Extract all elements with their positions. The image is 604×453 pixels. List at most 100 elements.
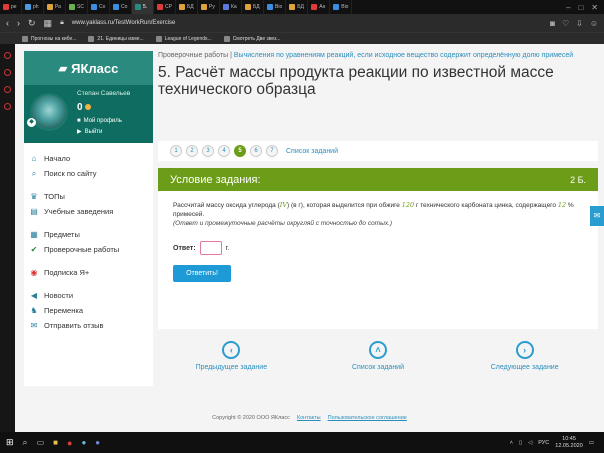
math-120: 120 — [401, 201, 415, 209]
browser-tab[interactable]: БД — [176, 0, 198, 14]
sidebar-item[interactable]: ⌂ Начало — [24, 151, 153, 166]
task-list-label[interactable]: Список заданий — [352, 364, 404, 371]
heart-icon[interactable]: ♡ — [562, 19, 569, 28]
back-icon[interactable]: ‹ — [6, 18, 9, 28]
tray-up-icon[interactable]: ˄ — [510, 440, 513, 446]
url-field[interactable]: www.yaklass.ru/TestWorkRun/Exercise — [72, 20, 176, 26]
settings-icon[interactable] — [4, 103, 11, 110]
task-list-link[interactable]: Список заданий — [286, 148, 338, 155]
sidebar-item[interactable]: ♛ ТОПы — [24, 189, 153, 204]
step-button[interactable]: 2 — [186, 145, 198, 157]
camera-icon[interactable]: ◙ — [550, 19, 555, 28]
step-button[interactable]: 5 — [234, 145, 246, 157]
task-card-title: Условие задания: — [170, 173, 261, 186]
answer-unit: г. — [225, 244, 230, 252]
minimize-icon[interactable]: – — [566, 3, 570, 12]
browser-tab[interactable]: SC — [66, 0, 88, 14]
chevron-left-icon[interactable]: ‹ — [222, 341, 241, 359]
step-button[interactable]: 4 — [218, 145, 230, 157]
clock[interactable]: 10:45 12.05.2020 — [555, 436, 583, 450]
browser-tab[interactable]: СР — [154, 0, 176, 14]
notifications-icon[interactable]: ▭ — [589, 440, 594, 446]
lang-indicator[interactable]: РУС — [538, 440, 549, 446]
reload-icon[interactable]: ↻ — [28, 18, 36, 29]
user-icon[interactable]: ☺ — [590, 19, 598, 28]
footer: Copyright © 2020 ООО ЯКласс Контакты Пол… — [15, 415, 604, 421]
bookmark-item[interactable]: Прогнозы на кибе... — [22, 35, 76, 42]
sidebar-item[interactable]: ✉ Отправить отзыв — [24, 318, 153, 333]
sidebar-item[interactable]: ◉ Подписка Я+ — [24, 265, 153, 280]
browser-tab[interactable]: ph — [22, 0, 44, 14]
sidebar-item[interactable]: ✔ Проверочные работы — [24, 242, 153, 257]
messenger-icon[interactable] — [4, 69, 11, 76]
feedback-icon: ✉ — [30, 321, 38, 330]
page: ▰ ЯКласс ◆ Степан Савельев 0 ■ Мой профил… — [15, 44, 604, 432]
tab-label: Ру — [209, 4, 215, 10]
prev-task-label[interactable]: Предыдущее задание — [196, 364, 268, 371]
close-icon[interactable]: ✕ — [591, 3, 598, 12]
logo[interactable]: ▰ ЯКласс — [24, 51, 153, 85]
browser-tab[interactable]: БД — [242, 0, 264, 14]
chevron-up-icon[interactable]: ˄ — [369, 341, 387, 359]
step-button[interactable]: 6 — [250, 145, 262, 157]
forward-icon[interactable]: › — [17, 18, 20, 28]
bookmark-item[interactable]: Смотреть Две звез... — [223, 35, 281, 42]
sidebar-item[interactable]: ⌕ Поиск по сайту — [24, 166, 153, 181]
profile-icon: ■ — [77, 118, 81, 124]
maximize-icon[interactable]: □ — [578, 3, 583, 12]
breadcrumb-root[interactable]: Проверочные работы — [158, 52, 228, 59]
prev-task-nav[interactable]: ‹ Предыдущее задание — [158, 333, 305, 393]
logout-link[interactable]: ▶ Выйти — [77, 128, 102, 136]
task-list-nav[interactable]: ˄ Список заданий — [305, 333, 452, 393]
next-task-label[interactable]: Следующее задание — [491, 364, 559, 371]
history-icon[interactable] — [4, 86, 11, 93]
sidebar-item-label: Подписка Я+ — [44, 268, 90, 277]
opera-taskbar-icon[interactable]: ● — [67, 438, 72, 448]
step-button[interactable]: 3 — [202, 145, 214, 157]
avatar[interactable] — [30, 93, 68, 131]
download-icon[interactable]: ⇩ — [576, 19, 583, 28]
browser-tab[interactable]: ре — [0, 0, 22, 14]
contacts-link[interactable]: Контакты — [297, 415, 321, 421]
task-view-icon[interactable]: ▭ — [37, 438, 45, 447]
bookmark-item[interactable]: League of Legends... — [155, 35, 212, 42]
windows-start-icon[interactable]: ⊞ — [6, 437, 14, 448]
agreement-link[interactable]: Пользовательское соглашение — [328, 415, 407, 421]
my-profile-link[interactable]: ■ Мой профиль — [77, 118, 122, 124]
grid-icon[interactable]: ▦ — [44, 18, 53, 29]
sidebar-item[interactable]: ♞ Переменка — [24, 303, 153, 318]
sidebar-item[interactable]: ▤ Учебные заведения — [24, 204, 153, 219]
discord-icon[interactable]: ● — [95, 438, 100, 447]
volume-icon[interactable]: ◁ — [528, 440, 532, 446]
steam-icon[interactable]: ● — [81, 438, 86, 447]
network-icon[interactable]: ▯ — [519, 440, 522, 446]
browser-tab[interactable]: 5. — [132, 0, 154, 14]
submit-button[interactable]: Ответить! — [173, 265, 231, 282]
step-button[interactable]: 7 — [266, 145, 278, 157]
answer-label: Ответ: — [173, 244, 196, 252]
next-task-nav[interactable]: › Следующее задание — [451, 333, 598, 393]
browser-tab[interactable]: Bio — [264, 0, 287, 14]
search-icon[interactable]: ⌕ — [23, 437, 28, 448]
browser-tab[interactable]: БД — [286, 0, 309, 14]
answer-row: Ответ: г. — [173, 241, 583, 255]
browser-tab[interactable]: Ру — [198, 0, 220, 14]
coin-icon — [84, 104, 91, 111]
step-button[interactable]: 1 — [170, 145, 182, 157]
bookmark-item[interactable]: 21. Единицы изме... — [88, 35, 144, 42]
explorer-icon[interactable]: ■ — [53, 438, 58, 447]
answer-input[interactable] — [199, 241, 222, 255]
browser-tab[interactable]: Bio — [330, 0, 353, 14]
browser-tab[interactable]: Co — [110, 0, 132, 14]
browser-tab[interactable]: Ра — [44, 0, 66, 14]
browser-tab[interactable]: Ан — [308, 0, 331, 14]
breadcrumb-link[interactable]: Вычисления по уравнениям реакций, если и… — [234, 52, 573, 59]
mail-icon[interactable]: ✉ — [590, 206, 604, 226]
sidebar-item[interactable]: ▦ Предметы — [24, 227, 153, 242]
browser-tab[interactable]: Со — [88, 0, 110, 14]
chevron-right-icon[interactable]: › — [515, 341, 534, 359]
opera-icon[interactable] — [4, 52, 11, 59]
browser-tab[interactable]: Ка — [220, 0, 242, 14]
bookmark-favicon-icon — [88, 35, 95, 42]
sidebar-item[interactable]: ◀ Новости — [24, 288, 153, 303]
